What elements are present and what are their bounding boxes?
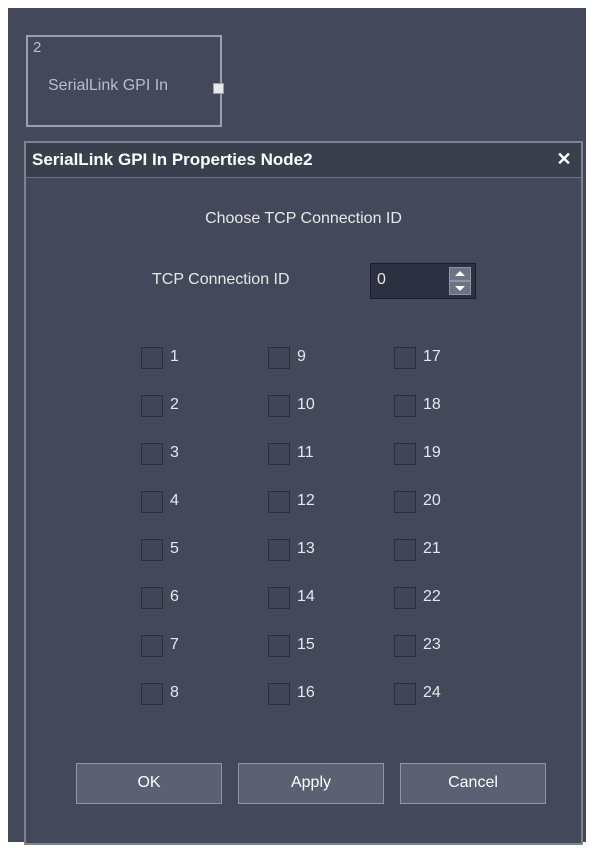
checkbox-label: 13 — [297, 540, 315, 557]
checkbox-label: 12 — [297, 492, 315, 509]
checkbox-box[interactable] — [141, 491, 163, 513]
cancel-button[interactable]: Cancel — [400, 763, 546, 804]
node-output-port[interactable] — [213, 83, 224, 94]
spinner-down-button[interactable] — [449, 281, 471, 295]
checkbox-label: 19 — [423, 444, 441, 461]
checkbox-label: 20 — [423, 492, 441, 509]
tcp-connection-id-spinner[interactable]: 0 — [370, 263, 476, 299]
checkbox-box[interactable] — [141, 587, 163, 609]
node-number: 2 — [33, 39, 42, 56]
checkbox-box[interactable] — [394, 587, 416, 609]
checkbox-box[interactable] — [141, 443, 163, 465]
checkbox-label: 10 — [297, 396, 315, 413]
checkbox-label: 16 — [297, 684, 315, 701]
checkbox-label: 24 — [423, 684, 441, 701]
properties-dialog: SerialLink GPI In Properties Node2 ✕ Cho… — [24, 141, 583, 845]
checkbox-box[interactable] — [268, 683, 290, 705]
checkbox-label: 17 — [423, 348, 441, 365]
checkbox-box[interactable] — [141, 635, 163, 657]
checkbox-label: 5 — [170, 540, 179, 557]
checkbox-box[interactable] — [268, 347, 290, 369]
checkbox-label: 23 — [423, 636, 441, 653]
checkbox-label: 7 — [170, 636, 179, 653]
checkbox-label: 15 — [297, 636, 315, 653]
checkbox-box[interactable] — [268, 491, 290, 513]
checkbox-label: 4 — [170, 492, 179, 509]
serial-link-gpi-node[interactable]: 2 SerialLink GPI In — [26, 35, 224, 127]
checkbox-label: 2 — [170, 396, 179, 413]
checkbox-label: 14 — [297, 588, 315, 605]
checkbox-label: 21 — [423, 540, 441, 557]
checkbox-label: 18 — [423, 396, 441, 413]
checkbox-label: 9 — [297, 348, 306, 365]
spinner-up-button[interactable] — [449, 267, 471, 281]
checkbox-box[interactable] — [394, 443, 416, 465]
checkbox-box[interactable] — [268, 395, 290, 417]
checkbox-box[interactable] — [141, 347, 163, 369]
checkbox-label: 22 — [423, 588, 441, 605]
checkbox-label: 8 — [170, 684, 179, 701]
checkbox-label: 3 — [170, 444, 179, 461]
checkbox-label: 11 — [297, 444, 314, 461]
checkbox-box[interactable] — [394, 347, 416, 369]
dialog-title: SerialLink GPI In Properties Node2 — [32, 150, 313, 169]
ok-button[interactable]: OK — [76, 763, 222, 804]
checkbox-box[interactable] — [394, 635, 416, 657]
checkbox-box[interactable] — [141, 395, 163, 417]
checkbox-box[interactable] — [141, 683, 163, 705]
checkbox-label: 6 — [170, 588, 179, 605]
arrow-up-icon — [455, 271, 465, 276]
checkbox-box[interactable] — [394, 395, 416, 417]
close-icon[interactable]: ✕ — [553, 148, 575, 170]
node-canvas: 2 SerialLink GPI In SerialLink GPI In Pr… — [8, 8, 586, 845]
node-label: SerialLink GPI In — [48, 77, 169, 94]
arrow-down-icon — [455, 286, 465, 291]
tcp-connection-id-value[interactable]: 0 — [377, 271, 437, 289]
checkbox-box[interactable] — [141, 539, 163, 561]
apply-button[interactable]: Apply — [238, 763, 384, 804]
checkbox-box[interactable] — [394, 491, 416, 513]
dialog-heading: Choose TCP Connection ID — [205, 210, 402, 227]
checkbox-box[interactable] — [394, 539, 416, 561]
checkbox-box[interactable] — [394, 683, 416, 705]
checkbox-box[interactable] — [268, 587, 290, 609]
checkbox-box[interactable] — [268, 539, 290, 561]
dialog-titlebar[interactable]: SerialLink GPI In Properties Node2 ✕ — [26, 143, 581, 178]
checkbox-box[interactable] — [268, 635, 290, 657]
tcp-connection-id-label: TCP Connection ID — [152, 271, 290, 288]
checkbox-label: 1 — [170, 348, 179, 365]
checkbox-box[interactable] — [268, 443, 290, 465]
